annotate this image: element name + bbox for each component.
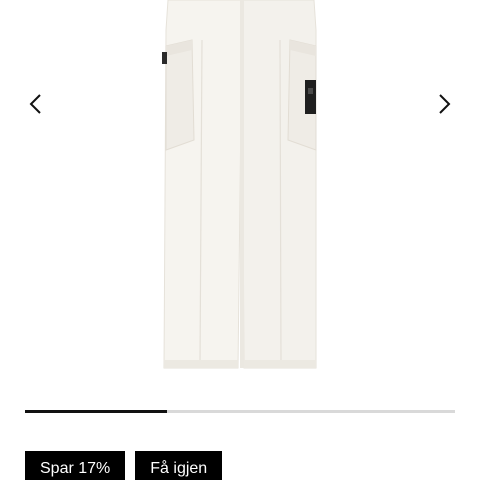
gallery-progress-bar [25,410,455,413]
left-cargo-pocket [165,39,195,151]
price-badges: Spar 17% Få igjen [25,451,223,480]
chevron-left-icon [29,94,41,114]
next-image-button[interactable] [429,88,461,120]
cashback-badge: Få igjen [135,451,223,480]
image-gallery[interactable] [0,0,480,390]
previous-image-button[interactable] [19,88,51,120]
chevron-right-icon [439,94,451,114]
product-page: Spar 17% Få igjen [0,0,480,480]
gallery-progress-fill [25,410,167,413]
badge-patch [305,80,316,114]
product-image[interactable] [150,0,330,375]
discount-badge: Spar 17% [25,451,126,480]
